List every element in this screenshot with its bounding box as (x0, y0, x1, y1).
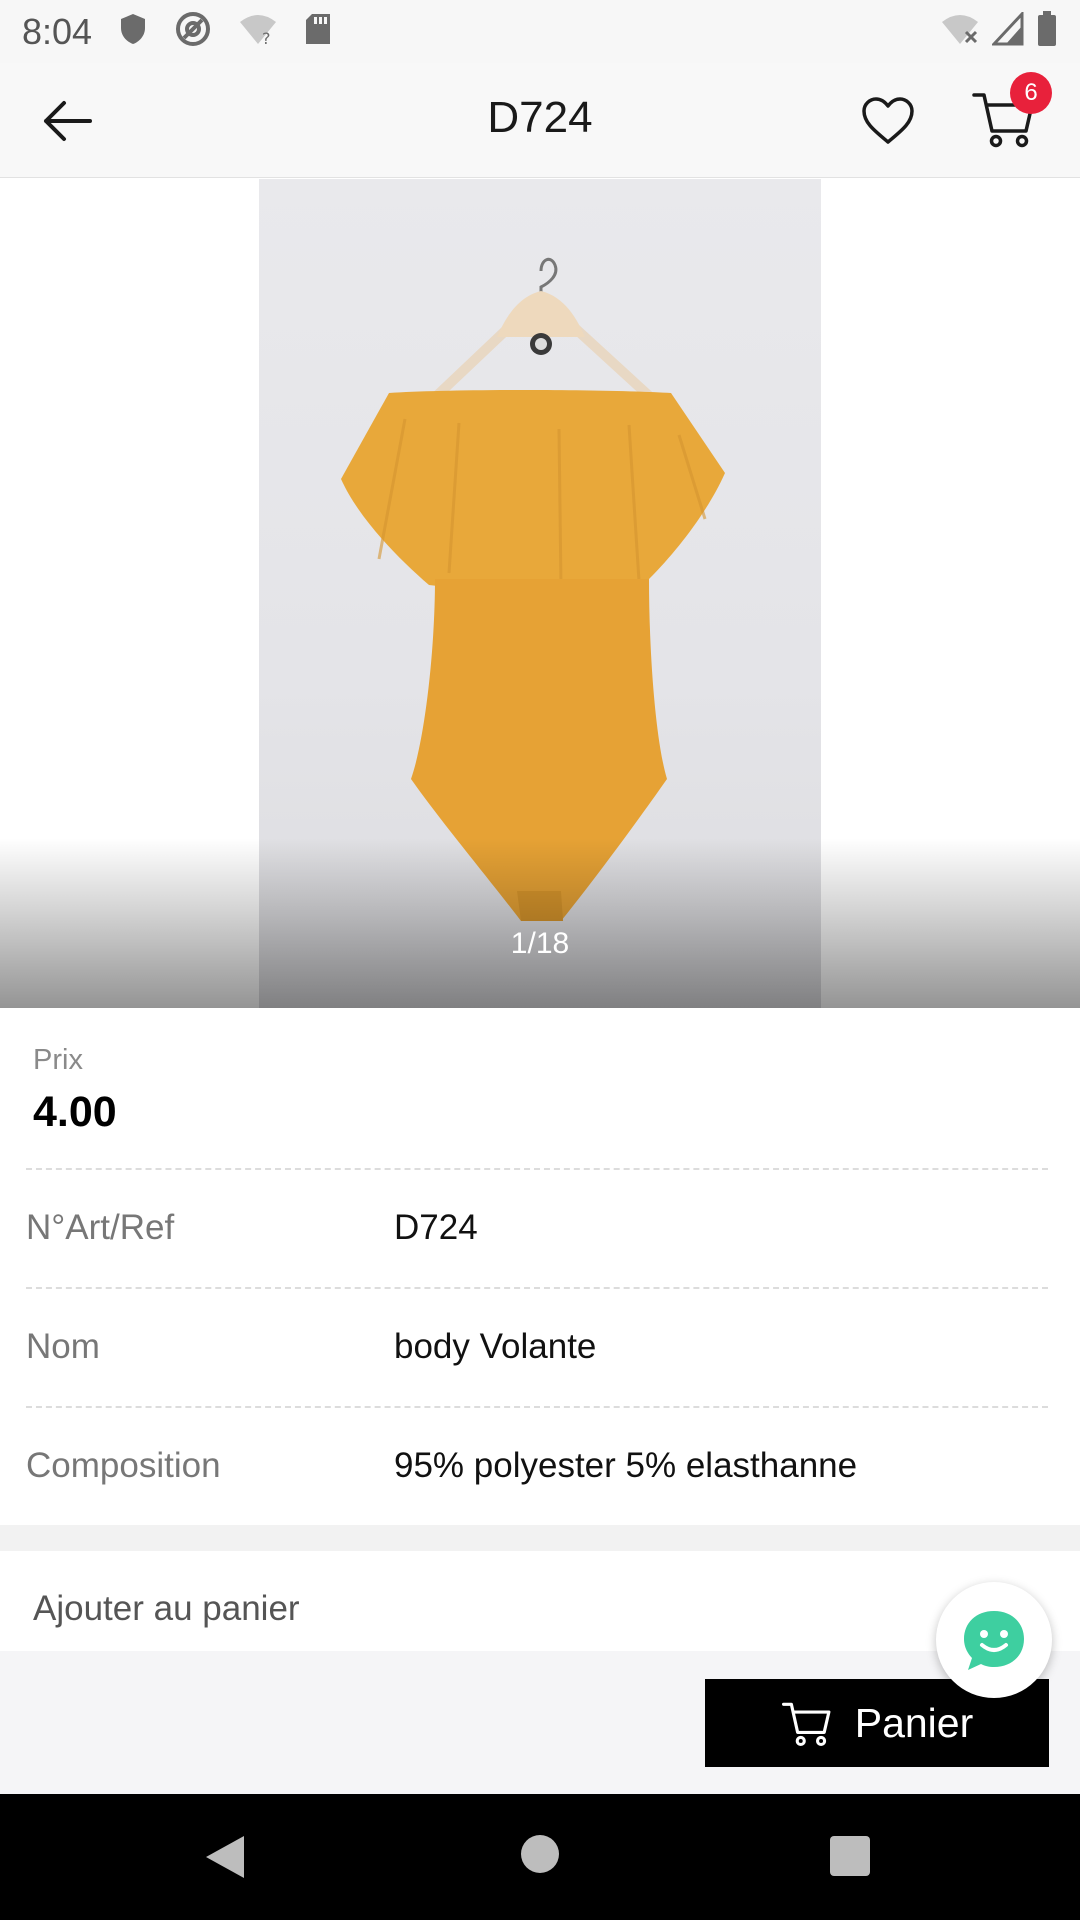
wifi-off-icon (940, 12, 980, 51)
add-to-cart-label: Ajouter au panier (33, 1589, 300, 1628)
cart-count-badge: 6 (1010, 72, 1052, 114)
nav-home-button[interactable] (520, 1834, 560, 1879)
chat-button[interactable] (936, 1582, 1052, 1698)
detail-value: D724 (394, 1208, 478, 1247)
detail-label: Composition (26, 1446, 221, 1485)
section-divider (0, 1525, 1080, 1551)
detail-value: 95% polyester 5% elasthanne (394, 1446, 858, 1485)
sd-card-icon (304, 12, 332, 51)
product-gallery[interactable]: 1/18 (0, 179, 1080, 1008)
nav-back-button[interactable] (204, 1834, 246, 1885)
heart-icon (862, 97, 914, 144)
status-time: 8:04 (22, 10, 93, 52)
favorite-button[interactable] (856, 89, 920, 153)
detail-label: Nom (26, 1327, 100, 1366)
at-sync-icon (174, 10, 212, 53)
price-label: Prix (33, 1044, 83, 1076)
shield-icon (118, 12, 148, 51)
system-nav-bar (0, 1794, 1080, 1920)
panier-label: Panier (854, 1699, 974, 1746)
detail-value: body Volante (394, 1327, 597, 1366)
detail-row-ref: N°Art/Ref D724 (26, 1168, 1048, 1286)
circle-home-icon (521, 1835, 559, 1873)
detail-row-name: Nom body Volante (26, 1287, 1048, 1405)
nav-recents-button[interactable] (830, 1836, 870, 1876)
cart-icon (781, 1702, 831, 1747)
detail-row-composition: Composition 95% polyester 5% elasthanne (26, 1406, 1048, 1524)
app-bar: D724 (0, 63, 1080, 178)
status-bar: 8:04 ? (0, 0, 1080, 63)
gallery-shade (0, 838, 1080, 1008)
bottom-action-bar: Panier (0, 1651, 1080, 1794)
price-block: Prix 4.00 (0, 1008, 1080, 1168)
signal-icon (990, 10, 1024, 51)
wifi-question-icon: ? (238, 12, 278, 51)
price-value: 4.00 (33, 1088, 117, 1136)
svg-text:?: ? (262, 29, 271, 46)
detail-label: N°Art/Ref (26, 1208, 175, 1247)
gallery-counter: 1/18 (510, 927, 570, 960)
battery-icon (1036, 11, 1058, 52)
add-to-cart-section: Ajouter au panier (0, 1551, 1080, 1651)
triangle-back-icon (206, 1836, 244, 1878)
chat-smile-icon (964, 1611, 1024, 1670)
